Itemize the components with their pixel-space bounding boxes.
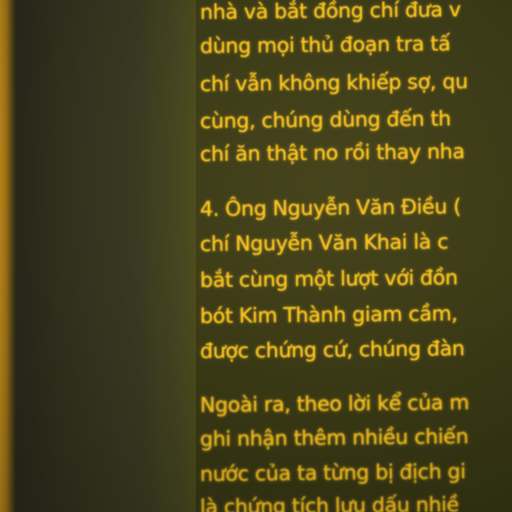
text-line: bót Kim Thành giam cầm, [199, 301, 458, 328]
text-line: cùng, chúng dùng đến th [199, 106, 451, 133]
text-line: chí vẫn không khiếp sợ, qu [199, 69, 468, 96]
text-line: Ngoài ra, theo lời kể của m [199, 390, 470, 417]
text-line: nhà và bắt đồng chí đưa v [199, 0, 461, 24]
text-line: chí Nguyễn Văn Khai là c [199, 229, 449, 256]
text-line: là chứng tích lưu dấu nhiề [199, 492, 459, 512]
text-line: bắt cùng một lượt với đồn [199, 265, 458, 292]
text-line: 4. Ông Nguyễn Văn Điều ( [199, 194, 462, 221]
text-line: ghi nhận thêm nhiều chiến [199, 424, 469, 451]
text-line: chí ăn thật no rồi thay nha [199, 139, 465, 166]
photo-scene: nhà và bắt đồng chí đưa v dùng mọi thủ đ… [0, 0, 512, 512]
text-line: nước của ta từng bị địch gi [199, 459, 466, 486]
text-line: dùng mọi thủ đoạn tra tấ [199, 31, 451, 58]
frame-edge [0, 0, 16, 512]
text-line: được chứng cứ, chúng đàn [199, 336, 465, 363]
